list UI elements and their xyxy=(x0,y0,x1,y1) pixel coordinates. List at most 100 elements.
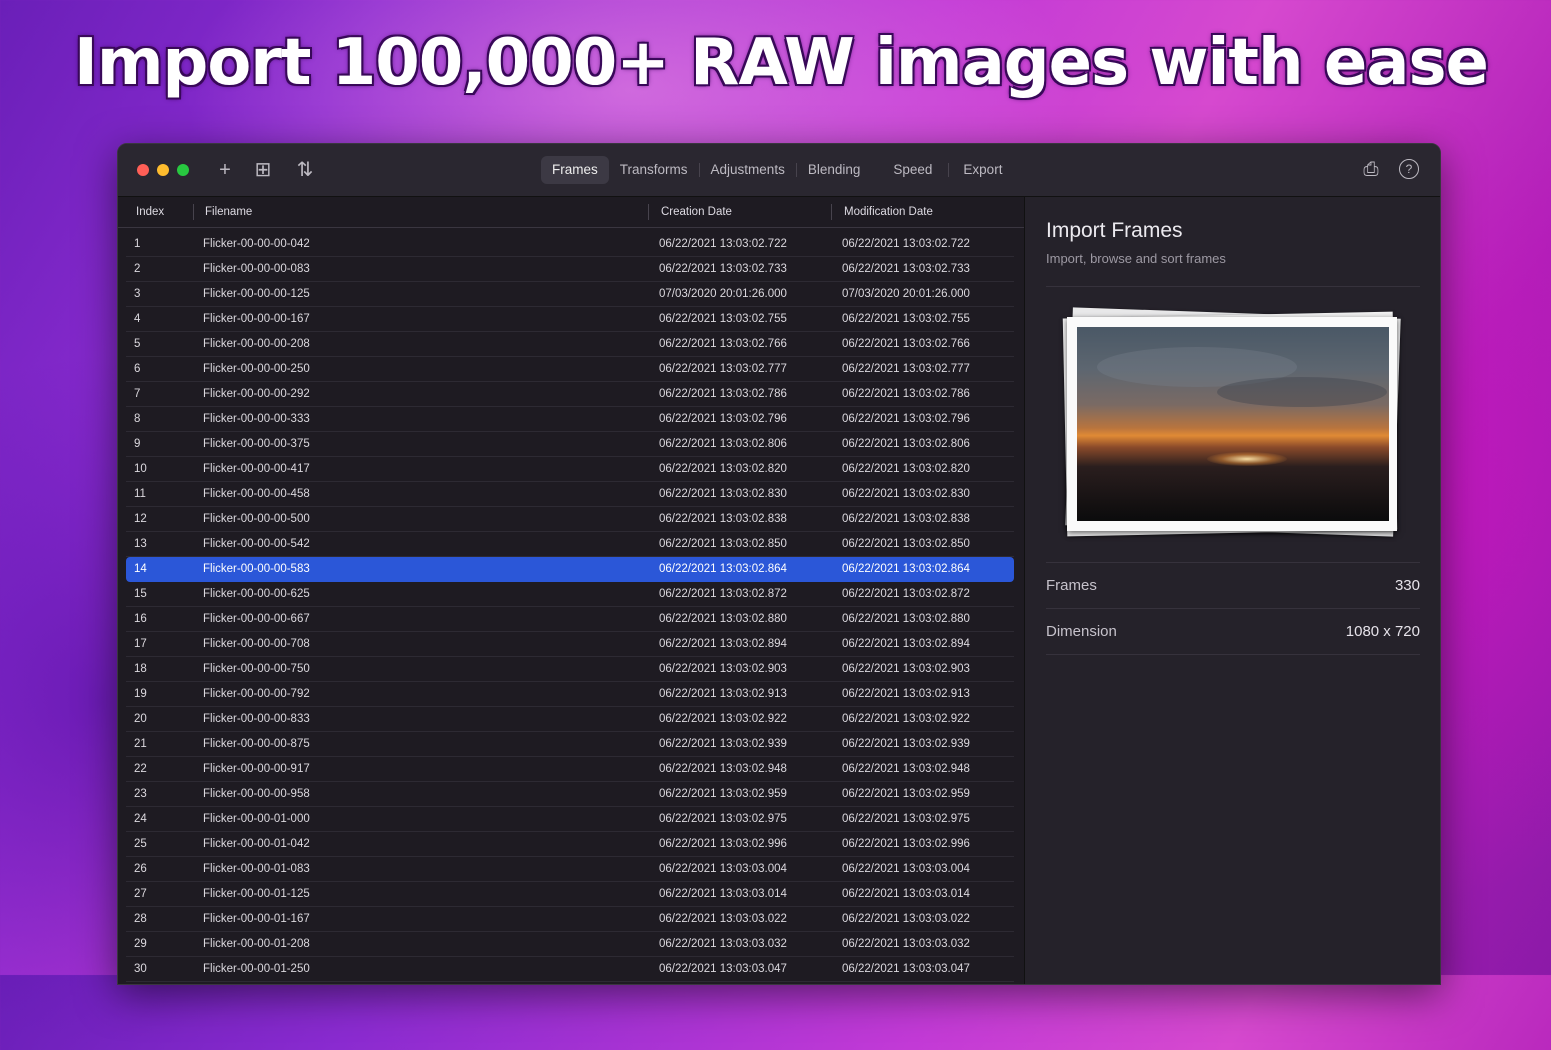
zoom-window-button[interactable] xyxy=(177,164,189,176)
tab-speed[interactable]: Speed xyxy=(877,156,948,184)
cell-modification-date: 06/22/2021 13:03:02.838 xyxy=(842,513,970,525)
cell-filename: Flicker-00-00-00-583 xyxy=(203,563,310,575)
cell-index: 19 xyxy=(134,688,147,700)
cell-index: 5 xyxy=(134,338,141,350)
tab-transforms[interactable]: Transforms xyxy=(609,156,699,184)
table-row[interactable]: 20 Flicker-00-00-00-833 06/22/2021 13:03:0… xyxy=(126,707,1014,732)
help-icon[interactable]: ? xyxy=(1399,159,1419,179)
cell-modification-date: 06/22/2021 13:03:02.722 xyxy=(842,238,970,250)
sort-icon[interactable]: ⇅ xyxy=(293,158,317,182)
table-row[interactable]: 16 Flicker-00-00-00-667 06/22/2021 13:03:0… xyxy=(126,607,1014,632)
tab-adjustments[interactable]: Adjustments xyxy=(700,156,796,184)
header-index[interactable]: Index xyxy=(136,197,164,227)
table-row[interactable]: 23 Flicker-00-00-00-958 06/22/2021 13:03:0… xyxy=(126,782,1014,807)
tab-frames[interactable]: Frames xyxy=(541,156,609,184)
header-modification-date[interactable]: Modification Date xyxy=(844,197,933,227)
cell-index: 7 xyxy=(134,388,141,400)
cell-modification-date: 06/22/2021 13:03:02.880 xyxy=(842,613,970,625)
cell-creation-date: 06/22/2021 13:03:02.948 xyxy=(659,763,787,775)
table-row[interactable]: 8 Flicker-00-00-00-333 06/22/2021 13:03:02… xyxy=(126,407,1014,432)
table-row[interactable]: 30 Flicker-00-00-01-250 06/22/2021 13:03:0… xyxy=(126,957,1014,982)
app-window: + ⊞ ⇅ Frames Transforms Adjustments Blen… xyxy=(117,143,1441,985)
table-row[interactable]: 10 Flicker-00-00-00-417 06/22/2021 13:03:0… xyxy=(126,457,1014,482)
cell-modification-date: 06/22/2021 13:03:02.786 xyxy=(842,388,970,400)
cell-index: 24 xyxy=(134,813,147,825)
table-row[interactable]: 29 Flicker-00-00-01-208 06/22/2021 13:03:0… xyxy=(126,932,1014,957)
cell-filename: Flicker-00-00-00-167 xyxy=(203,313,310,325)
table-row[interactable]: 19 Flicker-00-00-00-792 06/22/2021 13:03:0… xyxy=(126,682,1014,707)
header-divider xyxy=(831,204,832,220)
cell-filename: Flicker-00-00-00-750 xyxy=(203,663,310,675)
cell-creation-date: 06/22/2021 13:03:03.014 xyxy=(659,888,787,900)
cell-filename: Flicker-00-00-00-375 xyxy=(203,438,310,450)
cell-index: 21 xyxy=(134,738,147,750)
cell-creation-date: 06/22/2021 13:03:02.894 xyxy=(659,638,787,650)
table-row[interactable]: 12 Flicker-00-00-00-500 06/22/2021 13:03:0… xyxy=(126,507,1014,532)
cell-creation-date: 06/22/2021 13:03:03.022 xyxy=(659,913,787,925)
export-file-icon[interactable]: ⎙ xyxy=(1359,158,1383,182)
cell-filename: Flicker-00-00-00-708 xyxy=(203,638,310,650)
table-row[interactable]: 24 Flicker-00-00-01-000 06/22/2021 13:03:0… xyxy=(126,807,1014,832)
cell-filename: Flicker-00-00-00-625 xyxy=(203,588,310,600)
cell-filename: Flicker-00-00-00-042 xyxy=(203,238,310,250)
tab-export[interactable]: Export xyxy=(949,156,1016,184)
stat-frames: Frames 330 xyxy=(1046,563,1420,609)
cell-creation-date: 06/22/2021 13:03:02.820 xyxy=(659,463,787,475)
table-row[interactable]: 15 Flicker-00-00-00-625 06/22/2021 13:03:0… xyxy=(126,582,1014,607)
cell-modification-date: 06/22/2021 13:03:02.996 xyxy=(842,838,970,850)
table-row[interactable]: 7 Flicker-00-00-00-292 06/22/2021 13:03:02… xyxy=(126,382,1014,407)
cell-modification-date: 06/22/2021 13:03:02.796 xyxy=(842,413,970,425)
table-row[interactable]: 22 Flicker-00-00-00-917 06/22/2021 13:03:0… xyxy=(126,757,1014,782)
close-window-button[interactable] xyxy=(137,164,149,176)
cell-index: 26 xyxy=(134,863,147,875)
header-divider xyxy=(648,204,649,220)
add-icon[interactable]: + xyxy=(213,158,237,182)
tab-blending[interactable]: Blending xyxy=(797,156,872,184)
cell-index: 27 xyxy=(134,888,147,900)
cell-filename: Flicker-00-00-01-208 xyxy=(203,938,310,950)
cell-modification-date: 06/22/2021 13:03:02.766 xyxy=(842,338,970,350)
header-creation-date[interactable]: Creation Date xyxy=(661,197,732,227)
grid-view-icon[interactable]: ⊞ xyxy=(251,158,275,182)
table-row[interactable]: 25 Flicker-00-00-01-042 06/22/2021 13:03:0… xyxy=(126,832,1014,857)
cell-creation-date: 06/22/2021 13:03:02.864 xyxy=(659,563,787,575)
cell-modification-date: 06/22/2021 13:03:02.820 xyxy=(842,463,970,475)
cell-index: 20 xyxy=(134,713,147,725)
tab-bar: Frames Transforms Adjustments Blending S… xyxy=(541,156,1016,184)
cell-index: 17 xyxy=(134,638,147,650)
promo-headline: Import 100,000+ RAW images with ease xyxy=(74,26,1489,100)
table-row[interactable]: 4 Flicker-00-00-00-167 06/22/2021 13:03:02… xyxy=(126,307,1014,332)
cell-creation-date: 06/22/2021 13:03:02.959 xyxy=(659,788,787,800)
cell-modification-date: 06/22/2021 13:03:02.755 xyxy=(842,313,970,325)
minimize-window-button[interactable] xyxy=(157,164,169,176)
table-row[interactable]: 1 Flicker-00-00-00-042 06/22/2021 13:03:02… xyxy=(126,232,1014,257)
cell-filename: Flicker-00-00-00-667 xyxy=(203,613,310,625)
cell-creation-date: 06/22/2021 13:03:03.004 xyxy=(659,863,787,875)
table-row[interactable]: 18 Flicker-00-00-00-750 06/22/2021 13:03:0… xyxy=(126,657,1014,682)
table-row[interactable]: 13 Flicker-00-00-00-542 06/22/2021 13:03:0… xyxy=(126,532,1014,557)
table-row[interactable]: 5 Flicker-00-00-00-208 06/22/2021 13:03:02… xyxy=(126,332,1014,357)
table-row[interactable]: 6 Flicker-00-00-00-250 06/22/2021 13:03:02… xyxy=(126,357,1014,382)
table-row[interactable]: 17 Flicker-00-00-00-708 06/22/2021 13:03:0… xyxy=(126,632,1014,657)
cell-filename: Flicker-00-00-00-917 xyxy=(203,763,310,775)
table-row[interactable]: 3 Flicker-00-00-00-125 07/03/2020 20:01:26… xyxy=(126,282,1014,307)
table-row[interactable]: 2 Flicker-00-00-00-083 06/22/2021 13:03:02… xyxy=(126,257,1014,282)
cell-modification-date: 06/22/2021 13:03:02.872 xyxy=(842,588,970,600)
header-filename[interactable]: Filename xyxy=(205,197,252,227)
table-row[interactable]: 27 Flicker-00-00-01-125 06/22/2021 13:03:0… xyxy=(126,882,1014,907)
table-row[interactable]: 21 Flicker-00-00-00-875 06/22/2021 13:03:0… xyxy=(126,732,1014,757)
table-row-selected[interactable]: 14 Flicker-00-00-00-583 06/22/2021 13:03:0… xyxy=(126,557,1014,582)
cell-filename: Flicker-00-00-00-292 xyxy=(203,388,310,400)
table-row[interactable]: 28 Flicker-00-00-01-167 06/22/2021 13:03:0… xyxy=(126,907,1014,932)
cell-filename: Flicker-00-00-00-542 xyxy=(203,538,310,550)
cell-index: 12 xyxy=(134,513,147,525)
table-row[interactable]: 11 Flicker-00-00-00-458 06/22/2021 13:03:0… xyxy=(126,482,1014,507)
cell-filename: Flicker-00-00-00-125 xyxy=(203,288,310,300)
cell-filename: Flicker-00-00-01-083 xyxy=(203,863,310,875)
cell-creation-date: 06/22/2021 13:03:02.777 xyxy=(659,363,787,375)
cell-index: 1 xyxy=(134,238,141,250)
cell-filename: Flicker-00-00-00-875 xyxy=(203,738,310,750)
cell-creation-date: 06/22/2021 13:03:02.733 xyxy=(659,263,787,275)
table-row[interactable]: 9 Flicker-00-00-00-375 06/22/2021 13:03:02… xyxy=(126,432,1014,457)
table-row[interactable]: 26 Flicker-00-00-01-083 06/22/2021 13:03:0… xyxy=(126,857,1014,882)
